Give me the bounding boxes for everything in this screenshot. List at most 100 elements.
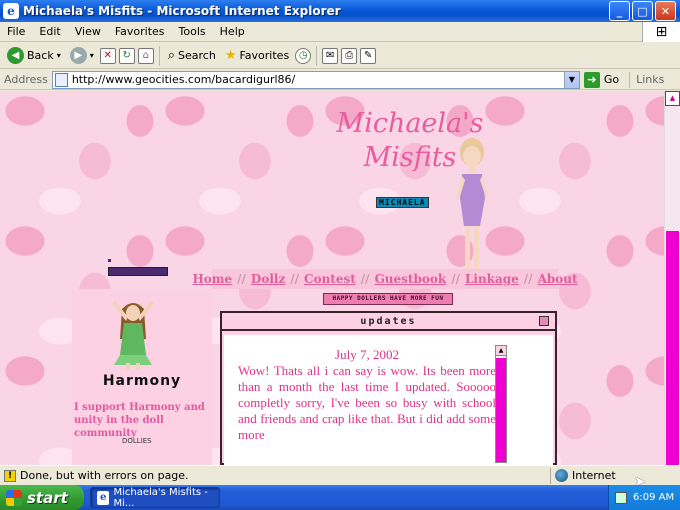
search-icon: ⌕ <box>167 48 176 63</box>
stop-icon[interactable]: ✕ <box>99 47 116 64</box>
harmony-title: Harmony <box>102 373 182 389</box>
menu-bar: File Edit View Favorites Tools Help <box>0 22 680 42</box>
network-icon[interactable] <box>615 491 627 504</box>
window-controls: _ □ ✕ <box>609 1 676 21</box>
updates-close-icon <box>539 316 549 326</box>
page-scroll-thumb[interactable] <box>666 231 679 465</box>
status-bar: ! Done, but with errors on page. Interne… <box>0 465 680 485</box>
update-entry: July 7, 2002 Wow! Thats all i can say is… <box>238 347 496 443</box>
favorites-label: Favorites <box>239 49 290 62</box>
search-button[interactable]: ⌕ Search <box>165 47 219 64</box>
system-tray: 6:09 AM <box>608 485 680 510</box>
site-nav: Home // Dollz // Contest // Guestbook //… <box>192 269 578 289</box>
address-input[interactable]: http://www.geocities.com/bacardigurl86/ … <box>51 70 580 89</box>
toolbar: ◀ Back ▾ ▶ ▾ ✕ ↻ ⌂ ⌕ Search ★ Favorites … <box>0 43 680 69</box>
scroll-up-icon[interactable]: ▲ <box>496 346 506 356</box>
chevron-down-icon: ▾ <box>56 51 61 60</box>
update-text: Wow! Thats all i can say is wow. Its bee… <box>238 363 496 442</box>
search-label: Search <box>178 49 216 62</box>
clock: 6:09 AM <box>633 492 675 503</box>
go-button[interactable]: ➜ Go <box>583 71 631 88</box>
updates-scrollbar[interactable]: ▲ <box>495 345 507 463</box>
maximize-button[interactable]: □ <box>632 1 653 21</box>
go-arrow-icon: ➜ <box>583 71 600 88</box>
update-date: July 7, 2002 <box>335 347 399 362</box>
updates-body: July 7, 2002 Wow! Thats all i can say is… <box>224 335 553 465</box>
dollies-label: DOLLIES <box>122 437 152 445</box>
status-message: Done, but with errors on page. <box>20 469 189 482</box>
windows-flag-icon <box>6 489 22 506</box>
toolbar-separator <box>158 45 160 66</box>
star-icon: ★ <box>224 48 237 63</box>
page-icon <box>54 72 68 87</box>
refresh-icon[interactable]: ↻ <box>118 47 135 64</box>
harmony-doll-image <box>112 301 154 370</box>
address-url: http://www.geocities.com/bacardigurl86/ <box>71 73 296 86</box>
nav-separator: // <box>451 272 460 286</box>
updates-panel: updates July 7, 2002 Wow! Thats all i ca… <box>220 311 557 465</box>
menu-tools[interactable]: Tools <box>172 25 213 38</box>
updates-header: updates <box>222 313 555 331</box>
page-scrollbar[interactable]: ▲ <box>664 91 680 465</box>
back-button[interactable]: ◀ Back ▾ <box>4 46 64 65</box>
chevron-down-icon: ▾ <box>89 51 94 60</box>
nav-home-link[interactable]: Home <box>192 272 232 286</box>
menu-view[interactable]: View <box>68 25 108 38</box>
links-button[interactable]: Links <box>636 73 664 86</box>
decorative-badge <box>108 267 168 276</box>
nav-separator: // <box>360 272 370 286</box>
nav-contest-link[interactable]: Contest <box>304 272 356 286</box>
toolbar-separator <box>316 45 318 66</box>
mail-icon[interactable]: ✉ <box>322 47 339 64</box>
taskbar-item-ie[interactable]: e Michaela's Misfits - Mi... <box>90 486 220 509</box>
windows-logo-icon: ⊞ <box>642 22 680 42</box>
favorites-button[interactable]: ★ Favorites <box>222 47 292 64</box>
home-icon[interactable]: ⌂ <box>137 47 154 64</box>
back-label: Back <box>27 49 54 62</box>
sidebar: Harmony I support Harmony and unity in t… <box>72 289 212 465</box>
menu-edit[interactable]: Edit <box>32 25 67 38</box>
zone-label: Internet <box>572 469 616 482</box>
security-zone: Internet <box>550 467 680 484</box>
nav-dollz-link[interactable]: Dollz <box>251 272 285 286</box>
ie-icon: e <box>97 490 110 505</box>
nav-linkage-link[interactable]: Linkage <box>465 272 519 286</box>
history-icon[interactable]: ◷ <box>295 47 312 64</box>
nav-about-link[interactable]: About <box>538 272 578 286</box>
menu-favorites[interactable]: Favorites <box>108 25 172 38</box>
updates-title: updates <box>360 315 417 327</box>
nav-separator: // <box>237 272 246 286</box>
forward-button[interactable]: ▶ ▾ <box>67 46 97 65</box>
go-label: Go <box>603 73 620 86</box>
print-icon[interactable]: ⎙ <box>341 47 358 64</box>
close-button[interactable]: ✕ <box>655 1 676 21</box>
menu-file[interactable]: File <box>0 25 32 38</box>
nav-separator: // <box>523 272 533 286</box>
taskbar: start e Michaela's Misfits - Mi... 6:09 … <box>0 485 680 510</box>
page-viewport: Michaela's Misfits MICHAELA Home // Doll… <box>0 91 664 465</box>
nav-guestbook-link[interactable]: Guestbook <box>375 272 447 286</box>
address-dropdown-icon[interactable]: ▼ <box>563 71 579 88</box>
title-bar: e Michaela's Misfits - Microsoft Interne… <box>0 0 680 22</box>
warning-icon[interactable]: ! <box>4 469 16 482</box>
minimize-button[interactable]: _ <box>609 1 630 21</box>
decorative-dot <box>108 259 111 262</box>
taskbar-item-label: Michaela's Misfits - Mi... <box>113 486 208 509</box>
start-label: start <box>27 488 68 507</box>
nav-separator: // <box>290 272 300 286</box>
updates-scroll-thumb[interactable] <box>496 358 506 462</box>
menu-help[interactable]: Help <box>213 25 252 38</box>
forward-arrow-icon: ▶ <box>69 47 87 64</box>
address-label: Address <box>4 73 48 86</box>
globe-icon <box>555 469 568 482</box>
edit-icon[interactable]: ✎ <box>360 47 377 64</box>
support-text: I support Harmony and unity in the doll … <box>74 402 205 439</box>
start-button[interactable]: start <box>0 485 84 510</box>
scroll-up-icon[interactable]: ▲ <box>665 91 680 106</box>
doll-image <box>456 138 489 284</box>
window-title: Michaela's Misfits - Microsoft Internet … <box>23 4 341 18</box>
happy-dollers-banner: HAPPY DOLLERS HAVE MORE FUN <box>323 293 453 305</box>
back-arrow-icon: ◀ <box>7 47 24 64</box>
address-bar: Address http://www.geocities.com/bacardi… <box>0 70 680 90</box>
name-badge: MICHAELA <box>376 197 429 208</box>
